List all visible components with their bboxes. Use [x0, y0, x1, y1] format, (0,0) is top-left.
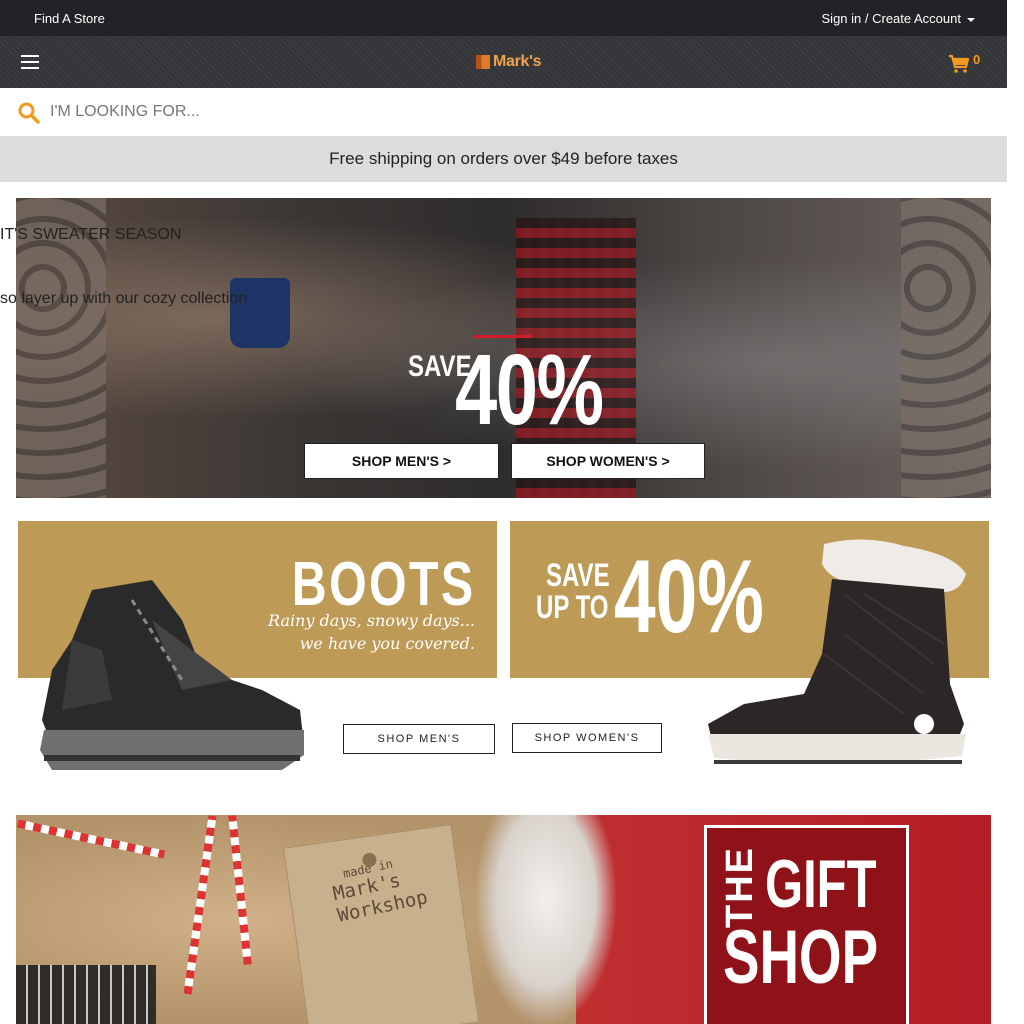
fur-decor: [476, 815, 616, 1024]
menu-icon[interactable]: [21, 55, 39, 69]
hero-shop-women-button[interactable]: SHOP WOMEN'S >: [511, 443, 705, 479]
hero-shop-men-button[interactable]: SHOP MEN'S >: [304, 443, 499, 479]
search-input[interactable]: [50, 101, 950, 123]
search-icon[interactable]: [18, 102, 40, 124]
boots-shop-women-button[interactable]: SHOP WOMEN'S: [512, 723, 662, 753]
winter-boot-image[interactable]: [704, 534, 974, 778]
cart-icon: [949, 54, 970, 73]
boots-tagline-2: we have you covered.: [299, 634, 475, 653]
cart-count: 0: [973, 52, 981, 67]
hero-subtitle: so layer up with our cozy collection: [0, 290, 248, 307]
find-a-store-link[interactable]: Find A Store: [34, 11, 105, 26]
gift-tag: [282, 824, 480, 1024]
marks-logo[interactable]: Mark's: [476, 51, 542, 73]
gift-shop-logo-box: THE GIFT SHOP: [704, 825, 909, 1024]
boots-shop-men-button[interactable]: SHOP MEN'S: [343, 724, 495, 754]
hiking-boot-image[interactable]: [32, 580, 308, 776]
logo-text: Mark's: [493, 53, 542, 70]
gift-shop-text: SHOP: [723, 915, 879, 1000]
account-label: Sign in / Create Account: [821, 11, 961, 26]
hero-content: IT'S SWEATER SEASON so layer up with our…: [0, 198, 1007, 498]
caret-down-icon: [967, 17, 975, 22]
boots-upto-label: UP TO: [536, 589, 609, 625]
search-bar: [0, 88, 1007, 136]
top-utility-bar: Find A Store Sign in / Create Account: [0, 0, 1007, 36]
logo-mark-icon: [476, 55, 490, 69]
cart-button[interactable]: 0: [948, 52, 988, 74]
hero-save-value: 40%: [455, 334, 604, 446]
site-header: Mark's 0: [0, 36, 1007, 88]
sign-in-create-account-link[interactable]: Sign in / Create Account: [822, 11, 975, 26]
plaid-fabric-decor: [16, 965, 156, 1024]
boots-title: BOOTS: [291, 550, 475, 619]
free-shipping-banner: Free shipping on orders over $49 before …: [0, 136, 1007, 182]
hero-title: IT'S SWEATER SEASON: [0, 226, 182, 243]
gift-gift-text: GIFT: [765, 846, 877, 922]
gift-shop-banner[interactable]: THE GIFT SHOP: [16, 815, 991, 1024]
